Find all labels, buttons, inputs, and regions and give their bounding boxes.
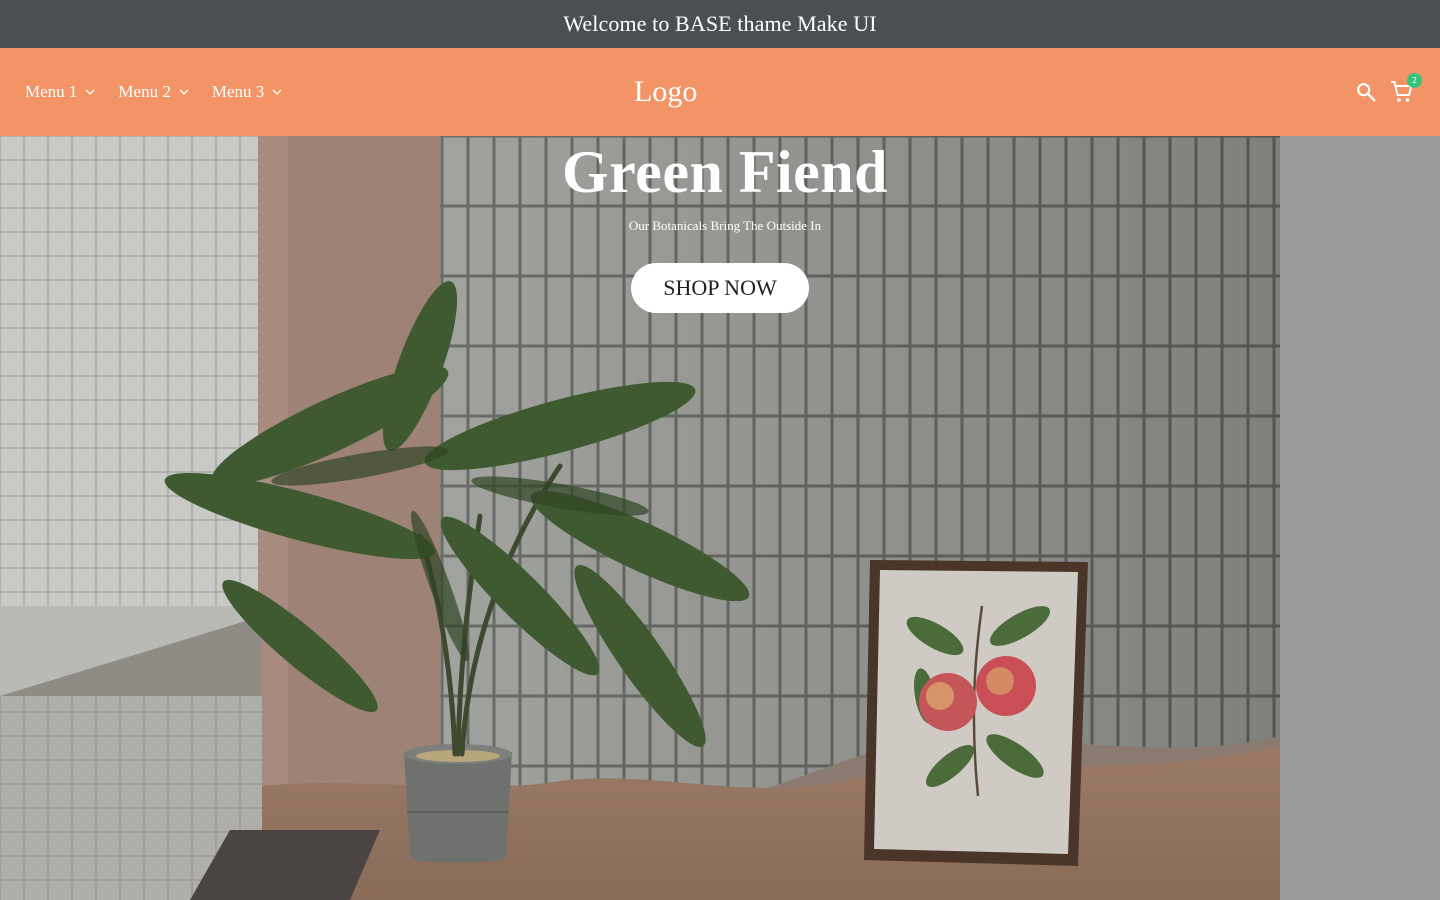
chevron-down-icon [85,89,95,95]
nav-menu-1-label: Menu 1 [25,82,78,101]
nav-menu-2[interactable]: Menu 2 [118,82,189,102]
cart-button[interactable]: 2 [1389,73,1422,105]
search-button[interactable] [1353,79,1379,105]
nav-menu-3[interactable]: Menu 3 [212,82,283,102]
nav-menu-3-label: Menu 3 [211,82,265,101]
nav-menu-1[interactable]: Menu 1 [25,82,96,102]
hero-overlay [0,136,1280,900]
main-nav: Menu 1 Menu 2 Menu 3 [25,48,305,136]
cart-count-badge: 2 [1407,73,1422,88]
side-panel [1280,136,1440,900]
nav-menu-2-label: Menu 2 [118,82,171,101]
hero-subtitle: Our Botanicals Bring The Outside In [628,218,822,233]
announcement-text: Welcome to BASE thame Make UI [563,11,877,36]
site-logo[interactable]: Logo [634,48,697,136]
hero-title: Green Fiend [561,139,889,205]
search-icon [1357,83,1376,102]
announcement-bar: Welcome to BASE thame Make UI [0,0,1440,48]
site-header: Menu 1 Menu 2 Menu 3 Logo 2 [0,48,1440,136]
chevron-down-icon [272,89,282,95]
shop-now-button[interactable]: SHOP NOW [631,263,809,313]
header-actions: 2 [1353,48,1422,136]
hero-banner: Green Fiend Our Botanicals Bring The Out… [0,136,1280,900]
chevron-down-icon [179,89,189,95]
